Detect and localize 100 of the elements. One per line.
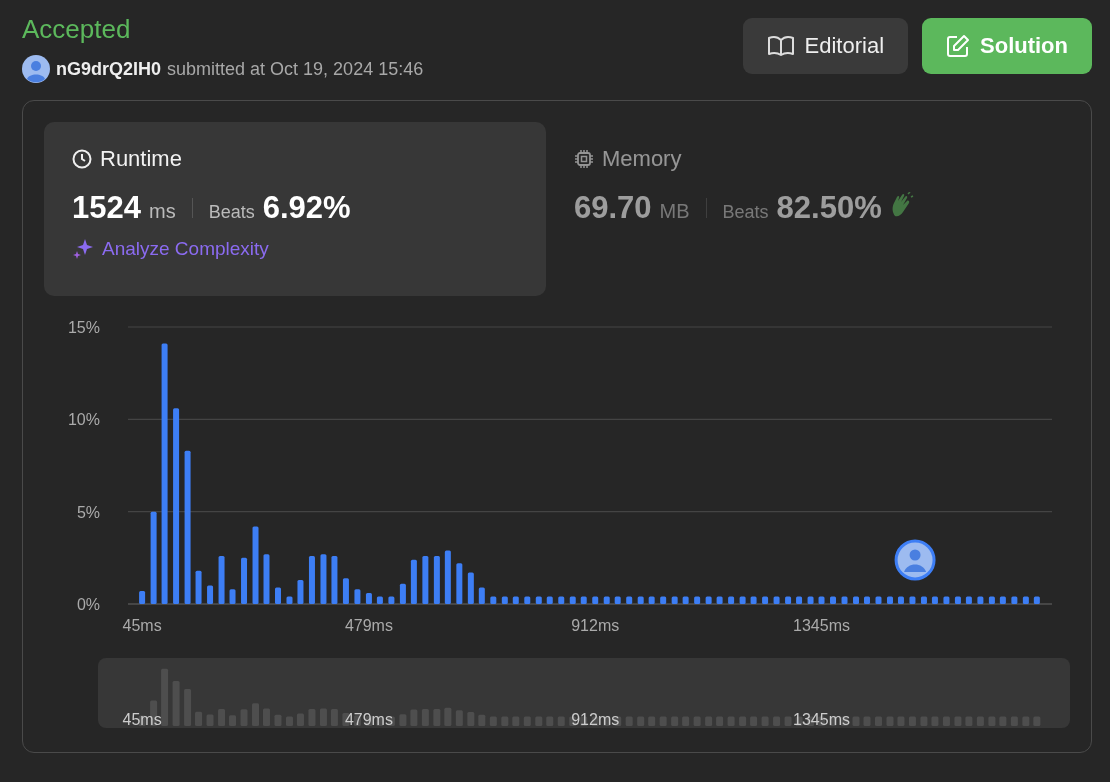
runtime-bar (512, 596, 519, 604)
sparkle-icon (72, 238, 94, 260)
editorial-button[interactable]: Editorial (742, 18, 908, 74)
runtime-bar (603, 596, 610, 604)
beats-label: Beats (208, 202, 255, 223)
runtime-bar (750, 596, 757, 604)
x-tick-label: 1345ms (793, 617, 850, 634)
runtime-bar (444, 550, 451, 604)
y-tick-label: 10% (67, 411, 100, 429)
runtime-bar (977, 596, 984, 604)
runtime-bar (546, 596, 553, 604)
runtime-bar (207, 585, 214, 604)
chip-icon (574, 149, 594, 169)
runtime-bar (830, 596, 836, 604)
submitted-time: submitted at Oct 19, 2024 15:46 (167, 58, 424, 80)
x-tick-label: 479ms (344, 617, 393, 634)
runtime-bar (388, 596, 395, 604)
runtime-bar (286, 596, 293, 604)
metric-value: 1524 (72, 190, 141, 226)
runtime-bar (535, 596, 542, 604)
runtime-bar (988, 596, 995, 604)
metric-title: Runtime (100, 146, 182, 172)
runtime-bar (626, 596, 633, 604)
runtime-bar (897, 596, 904, 604)
runtime-bar (716, 596, 723, 604)
runtime-bar (456, 563, 463, 604)
runtime-bar (558, 596, 565, 604)
edit-icon (946, 34, 970, 58)
runtime-bar (354, 589, 361, 604)
runtime-bar (796, 596, 803, 604)
runtime-bar (410, 559, 417, 604)
runtime-bar (965, 596, 972, 604)
runtime-bar (909, 596, 916, 604)
runtime-bar (218, 556, 225, 604)
runtime-bar (682, 596, 689, 604)
runtime-bar (399, 583, 406, 604)
runtime-bar (422, 556, 429, 604)
runtime-bar (1022, 596, 1029, 604)
beats-percent: 6.92% (262, 190, 351, 226)
runtime-bar (637, 596, 644, 604)
beats-label: Beats (722, 202, 769, 223)
runtime-bar (660, 596, 667, 604)
runtime-bar (241, 557, 247, 604)
runtime-bar (694, 596, 701, 604)
runtime-bar (931, 596, 938, 604)
runtime-bar (785, 596, 792, 604)
runtime-bar (762, 596, 769, 604)
user-marker-icon (894, 539, 936, 581)
overview-tick-label: 912ms (571, 711, 620, 728)
runtime-bar (297, 580, 304, 604)
runtime-bar (331, 556, 338, 604)
overview-tick-label: 45ms (122, 711, 162, 728)
runtime-bar (875, 596, 882, 604)
runtime-bar (648, 596, 655, 604)
runtime-bar (467, 572, 474, 604)
runtime-bar (920, 596, 927, 604)
y-tick-label: 5% (76, 503, 100, 521)
y-tick-label: 15% (67, 319, 100, 336)
metric-unit: MB (659, 200, 690, 223)
runtime-bar (365, 592, 372, 604)
book-icon (766, 34, 795, 58)
runtime-bar (841, 596, 848, 604)
runtime-bar (308, 556, 315, 604)
runtime-bar (943, 596, 950, 604)
runtime-bar (580, 596, 587, 604)
runtime-bar (501, 596, 508, 604)
overview-tick-label: 479ms (344, 711, 393, 728)
runtime-bar (1033, 596, 1040, 604)
x-tick-label: 45ms (122, 617, 162, 634)
runtime-bar (229, 589, 236, 604)
runtime-bar (807, 596, 814, 604)
runtime-bar (195, 570, 202, 604)
runtime-bar (490, 596, 497, 604)
runtime-bar (954, 596, 961, 604)
runtime-bar (478, 587, 485, 604)
runtime-bar (705, 596, 712, 604)
username[interactable]: nG9drQ2IH0 (56, 58, 162, 80)
x-tick-label: 912ms (571, 617, 620, 634)
runtime-bar (320, 554, 327, 604)
metric-value: 69.70 (574, 190, 652, 226)
overview-panel[interactable] (98, 658, 1070, 728)
runtime-bar (592, 596, 599, 604)
runtime-bar (818, 596, 825, 604)
runtime-bar (853, 596, 859, 604)
metric-tab[interactable]: Memory 69.70 MB Beats 82.50% (546, 122, 1048, 296)
metric-tab[interactable]: Runtime 1524 ms Beats 6.92% Analyze Complexity (44, 122, 546, 296)
runtime-bar (1011, 596, 1018, 604)
metric-unit: ms (148, 200, 176, 223)
runtime-bar (139, 591, 146, 604)
runtime-bar (342, 578, 349, 604)
runtime-bar (739, 596, 746, 604)
runtime-bar (569, 596, 576, 604)
runtime-bar (887, 596, 893, 604)
y-tick-label: 0% (76, 596, 100, 613)
avatar-icon (22, 55, 50, 83)
runtime-bar (275, 587, 281, 604)
metric-title: Memory (602, 146, 682, 172)
runtime-bar (376, 596, 383, 604)
status-title: Accepted (22, 14, 132, 45)
overview-tick-label: 1345ms (793, 711, 850, 728)
